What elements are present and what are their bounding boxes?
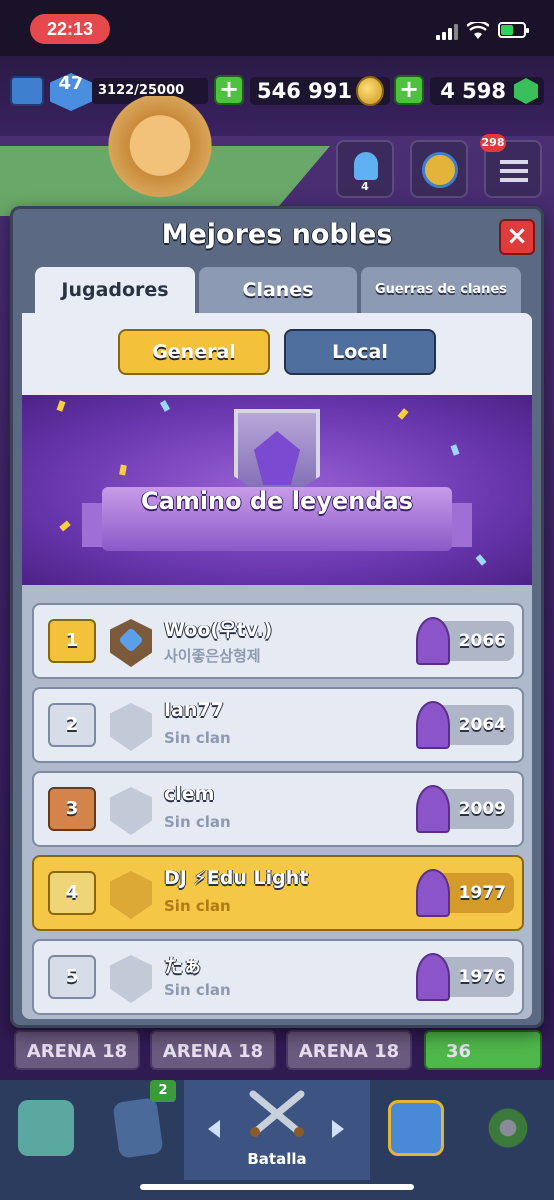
close-button[interactable]: × (499, 219, 535, 255)
add-gems-button[interactable]: + (394, 75, 424, 105)
legends-medal-icon (416, 953, 450, 1001)
nav-events[interactable] (462, 1080, 554, 1180)
crown-icon[interactable] (10, 76, 44, 106)
leaderboard-panel: General Local Camino de leyendas 1 Woo(우… (22, 313, 532, 1019)
tab-clan-wars[interactable]: Guerras de clanes (361, 267, 521, 317)
crown-icon (422, 152, 458, 188)
chest-icon (18, 1100, 74, 1156)
banner-title: Camino de leyendas (102, 487, 452, 551)
level-badge[interactable]: 47 (50, 73, 92, 111)
table-row[interactable]: 3 clem Sin clan 2009 (32, 771, 524, 847)
nav-shop[interactable] (0, 1080, 92, 1180)
clan-crown-button[interactable] (410, 140, 468, 198)
chevron-left-icon[interactable] (208, 1120, 220, 1138)
resource-bar: 47 3122/25000 + 546 991 + 4 598 (0, 56, 554, 136)
status-bar: 22:13 (0, 0, 554, 56)
legends-medal-icon (416, 701, 450, 749)
player-name: たぁ (164, 955, 203, 977)
cards-badge: 2 (150, 1080, 176, 1102)
rank-badge: 4 (48, 871, 96, 915)
rank-badge: 3 (48, 787, 96, 831)
nav-social[interactable] (370, 1080, 462, 1180)
arena-label: ARENA 18 (150, 1030, 276, 1070)
filter-bar: General Local (22, 313, 532, 395)
empty-clan-icon (110, 703, 152, 751)
clan-name: Sin clan (164, 813, 231, 831)
modal-title: Mejores nobles (161, 219, 393, 250)
signal-icon (436, 24, 458, 40)
table-row-current-player[interactable]: 4 DJ ⚡Edu Light Sin clan 1977 (32, 855, 524, 931)
nav-battle-label: Batalla (247, 1150, 307, 1168)
empty-clan-icon (110, 787, 152, 835)
wifi-icon (467, 22, 489, 39)
tab-clans[interactable]: Clanes (199, 267, 357, 317)
clan-icon (388, 1100, 444, 1156)
clock: 22:13 (30, 14, 110, 44)
rank-badge: 5 (48, 955, 96, 999)
local-button[interactable]: Local (284, 329, 436, 375)
count-badge: 36 (424, 1030, 542, 1070)
friends-count: 4 (361, 180, 369, 193)
rank-badge: 2 (48, 703, 96, 747)
count-value: 36 (446, 1041, 472, 1062)
battery-icon (498, 22, 529, 38)
notifications-badge: 298 (480, 134, 506, 152)
clan-name: Sin clan (164, 981, 231, 999)
gold-coin-icon (356, 76, 384, 106)
leaderboard-modal: Mejores nobles × Jugadores Clanes Guerra… (10, 206, 544, 1028)
friends-button[interactable]: 4 (336, 140, 394, 198)
crossed-swords-icon (245, 1088, 309, 1138)
clan-name: Sin clan (164, 897, 231, 915)
player-name: Ian77 (164, 699, 224, 721)
hero-character-image (100, 96, 220, 206)
table-row[interactable]: 5 たぁ Sin clan 1976 (32, 939, 524, 1015)
legends-medal-icon (416, 869, 450, 917)
general-button[interactable]: General (118, 329, 270, 375)
clan-name: 사이좋은삼형제 (164, 647, 261, 665)
empty-clan-icon (110, 871, 152, 919)
table-row[interactable]: 1 Woo(우tv.) 사이좋은삼형제 2066 (32, 603, 524, 679)
player-name: DJ ⚡Edu Light (164, 867, 309, 889)
bottom-nav: 2 Batalla (0, 1080, 554, 1200)
cards-icon (112, 1097, 164, 1159)
legends-medal-icon (416, 617, 450, 665)
legends-banner: Camino de leyendas (22, 395, 532, 585)
clan-name: Sin clan (164, 729, 231, 747)
arena-label: ARENA 18 (286, 1030, 412, 1070)
arena-label: ARENA 18 (14, 1030, 140, 1070)
player-name: Woo(우tv.) (164, 619, 273, 641)
friends-icon (354, 152, 378, 180)
legends-medal-icon (416, 785, 450, 833)
hamburger-icon (500, 160, 528, 182)
laurel-sword-icon (480, 1100, 536, 1156)
tab-players[interactable]: Jugadores (35, 267, 195, 317)
rank-badge: 1 (48, 619, 96, 663)
home-indicator (140, 1184, 414, 1190)
player-name: clem (164, 783, 215, 805)
table-row[interactable]: 2 Ian77 Sin clan 2064 (32, 687, 524, 763)
chevron-right-icon[interactable] (332, 1120, 344, 1138)
empty-clan-icon (110, 955, 152, 1003)
